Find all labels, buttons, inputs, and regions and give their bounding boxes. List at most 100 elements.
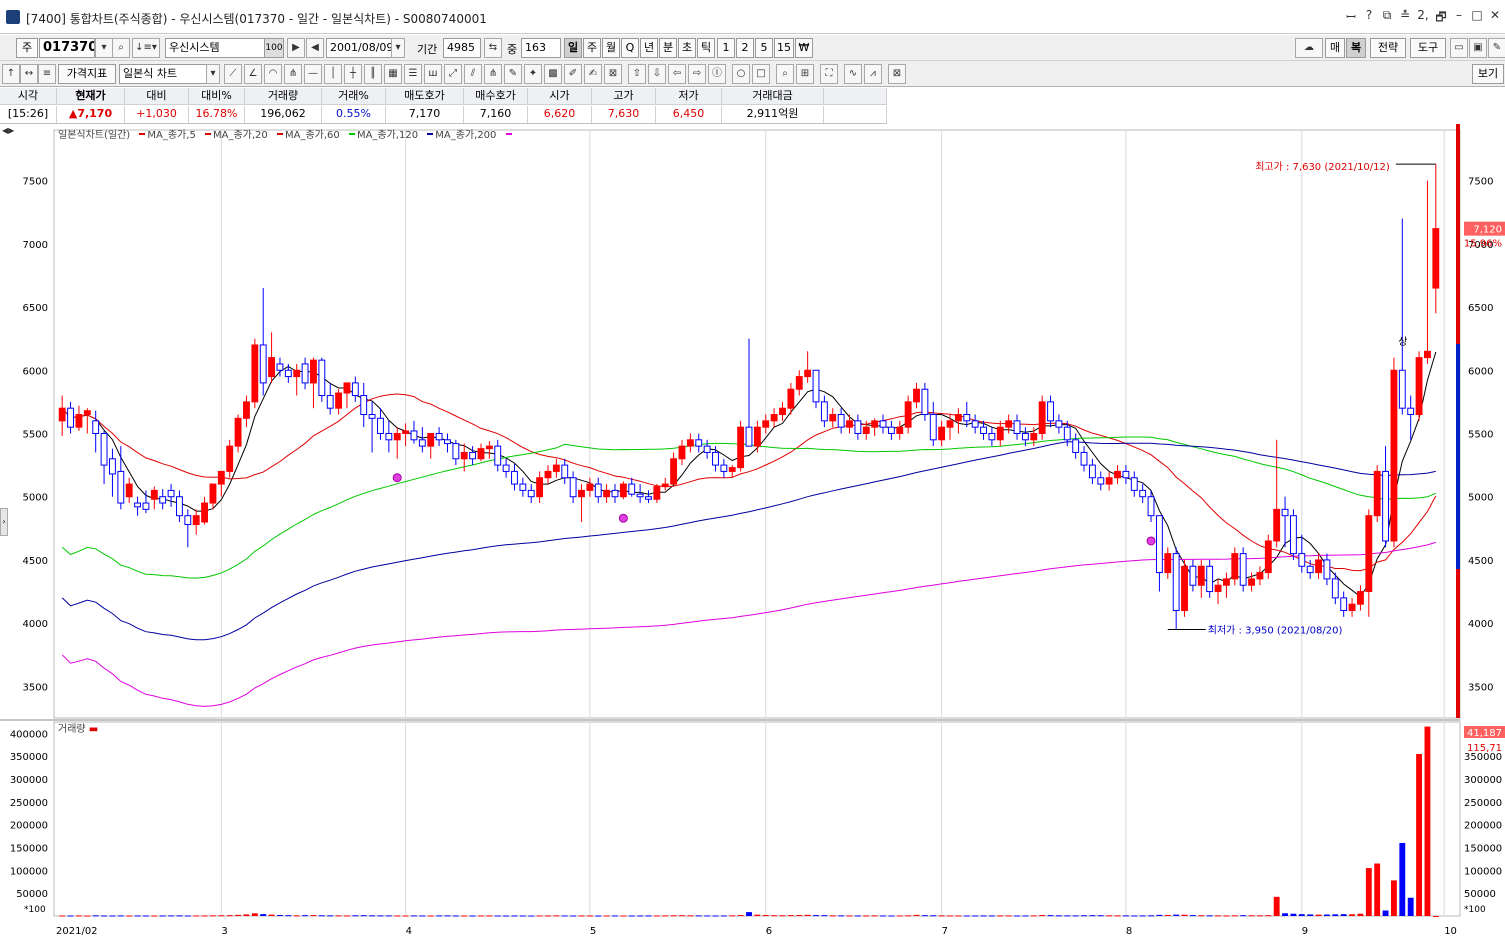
interval-1[interactable]: 1 — [717, 38, 735, 58]
sort-dropdown-icon[interactable]: ↓≡▾ — [132, 38, 160, 58]
style-icon[interactable]: ✍ — [584, 64, 602, 84]
up-arrow-icon[interactable]: ↑ — [2, 64, 20, 84]
volume-bar — [344, 915, 350, 917]
channel-icon[interactable]: ⫽ — [464, 64, 482, 84]
volume-bar — [411, 915, 417, 917]
quote-value-volume-pct: 0.55% — [322, 106, 386, 123]
regression-icon[interactable]: ⤢ — [444, 64, 462, 84]
cross-line-icon[interactable]: ┼ — [344, 64, 362, 84]
grid-icon[interactable]: ▦ — [384, 64, 402, 84]
candle-body — [779, 407, 786, 416]
timeframe-second[interactable]: 초 — [678, 38, 696, 58]
timeframe-tick[interactable]: 틱 — [697, 38, 715, 58]
wrench-icon[interactable]: ✎ — [1488, 38, 1505, 58]
trade-button[interactable]: 매 — [1325, 38, 1345, 58]
zoom-icon[interactable]: ⌕ — [776, 64, 794, 84]
arc-icon[interactable]: ◠ — [264, 64, 282, 84]
link-icon[interactable]: 2, — [1417, 8, 1429, 29]
fan-icon[interactable]: ⋔ — [284, 64, 302, 84]
candle-body — [1030, 432, 1038, 441]
legend-swatch-ma5 — [139, 133, 146, 135]
indicator-button[interactable]: 가격지표 — [58, 64, 116, 84]
parallel-icon[interactable]: ║ — [364, 64, 382, 84]
help-icon[interactable]: ? — [1363, 8, 1375, 29]
timeframe-year[interactable]: 년 — [640, 38, 658, 58]
price-volume-chart[interactable]: 2021/02 3 4 5 6 7 8 9 10 3500 3500 4000 4000 4500 4500… — [0, 124, 1505, 937]
trendline-icon[interactable]: ⟋ — [224, 64, 242, 84]
chart-type-dropdown-icon[interactable]: ▾ — [206, 64, 220, 84]
chart-type-select[interactable]: 일본식 차트 — [119, 64, 207, 84]
chart-area[interactable]: ◀▶ 일본식차트(일간) MA_종가,5 MA_종가,20 MA_종가,60 M… — [0, 124, 1505, 937]
timeframe-minute[interactable]: 분 — [659, 38, 677, 58]
chart-scroll-arrows-icon[interactable]: ◀▶ — [2, 126, 14, 135]
timeframe-quarter[interactable]: Q — [621, 38, 639, 58]
copy-icon[interactable]: ⧉ — [1381, 8, 1393, 29]
timeframe-month[interactable]: 월 — [602, 38, 620, 58]
horizontal-line-icon[interactable]: — — [304, 64, 322, 84]
timeframe-week[interactable]: 주 — [583, 38, 601, 58]
code-dropdown-icon[interactable]: ▾ — [95, 38, 113, 58]
market-select[interactable]: 주 — [16, 38, 38, 58]
text-tool-icon[interactable]: Ⓘ — [708, 64, 726, 84]
volume-bar — [603, 915, 610, 917]
maximize-button[interactable]: □ — [1471, 8, 1483, 29]
arrow-right-tool-icon[interactable]: ⇨ — [688, 64, 706, 84]
next-arrow-icon[interactable]: ▶ — [287, 38, 305, 58]
pin-icon[interactable]: ꟷ — [1345, 8, 1357, 29]
settings-icon[interactable]: ≛ — [1399, 8, 1411, 29]
color-picker-icon[interactable]: ▩ — [544, 64, 562, 84]
candle-body — [134, 502, 142, 508]
period-input[interactable]: 4985 — [443, 38, 481, 58]
currency-toggle[interactable]: ₩ — [795, 38, 813, 58]
square-tool-icon[interactable]: □ — [752, 64, 770, 84]
clear-icon[interactable]: ⊠ — [604, 64, 622, 84]
restore-icon[interactable]: 🗗 — [1435, 8, 1447, 29]
interval-2[interactable]: 2 — [736, 38, 754, 58]
arrow-left-tool-icon[interactable]: ⇦ — [668, 64, 686, 84]
count-input[interactable]: 163 — [521, 38, 561, 58]
zoom-area-icon[interactable]: ⊞ — [796, 64, 814, 84]
angle-line-icon[interactable]: ∠ — [244, 64, 262, 84]
wave-icon[interactable]: ∿ — [844, 64, 862, 84]
pen-icon[interactable]: ✎ — [504, 64, 522, 84]
select-icon[interactable]: ⛶ — [820, 64, 838, 84]
pattern-icon[interactable]: ⩘ — [864, 64, 882, 84]
expand-horizontal-icon[interactable]: ↔ — [20, 64, 38, 84]
tools-button[interactable]: 도구 — [1410, 38, 1446, 58]
arrow-down-tool-icon[interactable]: ⇩ — [648, 64, 666, 84]
circle-tool-icon[interactable]: ○ — [732, 64, 750, 84]
prev-arrow-icon[interactable]: ◀ — [306, 38, 324, 58]
side-panel-toggle[interactable]: › — [0, 508, 8, 536]
interval-5[interactable]: 5 — [755, 38, 773, 58]
date-input[interactable]: 2001/08/09 — [326, 38, 392, 58]
folder-icon[interactable]: ▭ — [1450, 38, 1468, 58]
interval-15[interactable]: 15 — [774, 38, 794, 58]
search-icon[interactable]: ⌕ — [112, 38, 130, 58]
volume-bar — [1323, 914, 1330, 916]
period-adjust-icon[interactable]: ⇆ — [484, 38, 502, 58]
compound-button[interactable]: 복 — [1346, 38, 1366, 58]
stock-name-field[interactable]: 우신시스템 — [165, 38, 265, 58]
date-dropdown-icon[interactable]: ▾ — [391, 38, 405, 58]
close-button[interactable]: ✕ — [1489, 8, 1501, 29]
list-icon[interactable]: ≡ — [38, 64, 56, 84]
save-icon[interactable]: ▣ — [1469, 38, 1487, 58]
fibonacci-icon[interactable]: ☰ — [404, 64, 422, 84]
strategy-button[interactable]: 전략 — [1370, 38, 1406, 58]
view-button[interactable]: 보기 — [1472, 64, 1504, 84]
arrow-up-tool-icon[interactable]: ⇧ — [628, 64, 646, 84]
volume-bar — [176, 915, 183, 917]
vertical-line-icon[interactable]: │ — [324, 64, 342, 84]
delete-all-icon[interactable]: ⊠ — [888, 64, 906, 84]
candle-body — [1373, 470, 1381, 517]
volume-tick-label-right: 100000 — [1464, 866, 1502, 877]
minimize-button[interactable]: – — [1453, 8, 1465, 29]
magic-icon[interactable]: ✦ — [524, 64, 542, 84]
timeframe-day[interactable]: 일 — [564, 38, 582, 58]
edit-icon[interactable]: ✐ — [564, 64, 582, 84]
stock-name-suffix: 100 — [264, 38, 284, 58]
cycle-icon[interactable]: ш — [424, 64, 442, 84]
cloud-icon[interactable]: ☁ — [1295, 38, 1323, 58]
stock-code-input[interactable]: 017370 — [39, 38, 95, 58]
pitchfork-icon[interactable]: ⋔ — [484, 64, 502, 84]
